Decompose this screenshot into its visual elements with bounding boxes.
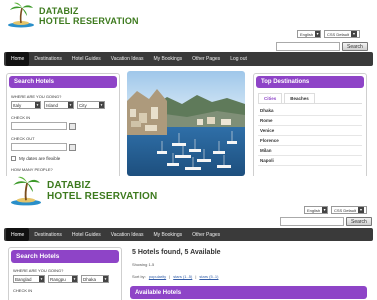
nav-destinations[interactable]: Destinations	[29, 52, 67, 66]
brand-tagline: HOTEL RESERVATION	[39, 16, 139, 26]
flexible-dates-label: My dates are flexible	[19, 156, 61, 161]
destination-milan[interactable]: Milan	[258, 146, 362, 156]
brand-tagline: HOTEL RESERVATION	[47, 191, 158, 202]
destination-napoli[interactable]: Napoli	[258, 156, 362, 166]
site-search-button[interactable]: Search	[346, 217, 372, 226]
top-destinations-title: Top Destinations	[256, 76, 364, 88]
search-hotels-panel: Search Hotels WHERE ARE YOU GOING? Italy…	[6, 73, 120, 176]
search-hotels-panel: Search Hotels WHERE ARE YOU GOING? Bangl…	[8, 247, 122, 300]
chevron-down-icon: ▼	[358, 207, 365, 213]
main-nav: Home Destinations Hotel Guides Vacation …	[4, 228, 373, 241]
sort-bar: Sort by: popularity | stars (1..5) | sta…	[132, 274, 219, 279]
nav-other-pages[interactable]: Other Pages	[187, 52, 225, 66]
chevron-down-icon: ▼	[99, 102, 104, 108]
nav-destinations[interactable]: Destinations	[29, 228, 67, 241]
site-logo[interactable]: DATABIZ HOTEL RESERVATION	[8, 176, 157, 206]
available-hotels-title: Available Hotels	[130, 286, 367, 299]
homepage-screenshot: DATABIZ HOTEL RESERVATION English ▼ CSS …	[0, 0, 377, 176]
region-select[interactable]: Rangpu ▼	[48, 275, 78, 283]
site-search-input[interactable]	[280, 217, 344, 226]
palm-tree-island-icon	[11, 176, 41, 206]
destination-florence[interactable]: Florence	[258, 136, 362, 146]
flexible-dates-checkbox[interactable]	[11, 156, 16, 161]
chevron-down-icon: ▼	[351, 31, 358, 37]
currency-select[interactable]: CSS Default ▼	[331, 206, 367, 214]
search-results-screenshot: DATABIZ HOTEL RESERVATION English ▼ CSS …	[0, 176, 377, 300]
checkout-label: CHECK OUT	[11, 136, 35, 141]
nav-vacation-ideas[interactable]: Vacation Ideas	[106, 228, 149, 241]
results-showing: Showing 1-5	[132, 262, 155, 267]
where-label: WHERE ARE YOU GOING?	[13, 268, 64, 273]
checkout-input[interactable]	[11, 143, 67, 151]
calendar-icon[interactable]	[69, 143, 76, 151]
calendar-icon[interactable]	[69, 122, 76, 130]
checkin-label: CHECK IN	[11, 115, 31, 120]
top-destinations-panel: Top Destinations Cities Beaches Dhaka Ro…	[253, 73, 367, 176]
search-hotels-title: Search Hotels	[9, 76, 117, 88]
nav-hotel-guides[interactable]: Hotel Guides	[67, 228, 106, 241]
palm-tree-island-icon	[8, 2, 34, 28]
where-label: WHERE ARE YOU GOING?	[11, 94, 62, 99]
city-select[interactable]: City ▼	[77, 101, 105, 109]
site-search-input[interactable]	[276, 42, 340, 51]
main-nav: Home Destinations Hotel Guides Vacation …	[4, 52, 373, 66]
country-select[interactable]: Banglad ▼	[13, 275, 45, 283]
chevron-down-icon: ▼	[72, 276, 77, 282]
nav-home[interactable]: Home	[6, 52, 30, 66]
chevron-down-icon: ▼	[39, 276, 44, 282]
sort-stars-asc-link[interactable]: stars (1..5)	[173, 274, 192, 279]
available-hotels-panel: Available Hotels	[130, 284, 367, 300]
results-title: 5 Hotels found, 5 Available	[132, 249, 221, 256]
city-select[interactable]: Dhaka ▼	[81, 275, 109, 283]
destination-venice[interactable]: Venice	[258, 126, 362, 136]
nav-my-bookings[interactable]: My Bookings	[148, 228, 187, 241]
brand-name: DATABIZ	[39, 6, 79, 16]
sort-stars-desc-link[interactable]: stars (5..1)	[199, 274, 218, 279]
tab-beaches[interactable]: Beaches	[284, 93, 315, 103]
chevron-down-icon: ▼	[322, 207, 327, 213]
country-select[interactable]: Italy ▼	[11, 101, 41, 109]
sort-label: Sort by:	[132, 274, 146, 279]
destination-dhaka[interactable]: Dhaka	[258, 106, 362, 116]
brand-name: DATABIZ	[47, 180, 91, 191]
nav-home[interactable]: Home	[6, 228, 30, 241]
nav-other-pages[interactable]: Other Pages	[187, 228, 225, 241]
checkin-input[interactable]	[11, 122, 67, 130]
nav-my-bookings[interactable]: My Bookings	[148, 52, 187, 66]
checkin-label: CHECK IN	[13, 288, 33, 293]
chevron-down-icon: ▼	[35, 102, 40, 108]
site-search-button[interactable]: Search	[342, 42, 368, 51]
language-select[interactable]: English ▼	[304, 206, 328, 214]
destination-rome[interactable]: Rome	[258, 116, 362, 126]
nav-log-out[interactable]: Log out	[225, 52, 252, 66]
people-label: HOW MANY PEOPLE?	[11, 167, 53, 172]
harbor-photo	[127, 71, 245, 176]
site-logo[interactable]: DATABIZ HOTEL RESERVATION	[6, 2, 139, 28]
nav-vacation-ideas[interactable]: Vacation Ideas	[106, 52, 149, 66]
nav-hotel-guides[interactable]: Hotel Guides	[67, 52, 106, 66]
sort-popularity-link[interactable]: popularity	[149, 274, 166, 279]
chevron-down-icon: ▼	[103, 276, 108, 282]
tab-cities[interactable]: Cities	[258, 93, 283, 103]
region-select[interactable]: Island ▼	[44, 101, 74, 109]
search-hotels-title: Search Hotels	[11, 250, 119, 263]
chevron-down-icon: ▼	[315, 31, 320, 37]
chevron-down-icon: ▼	[68, 102, 73, 108]
language-select[interactable]: English ▼	[297, 30, 321, 38]
currency-select[interactable]: CSS Default ▼	[324, 30, 360, 38]
